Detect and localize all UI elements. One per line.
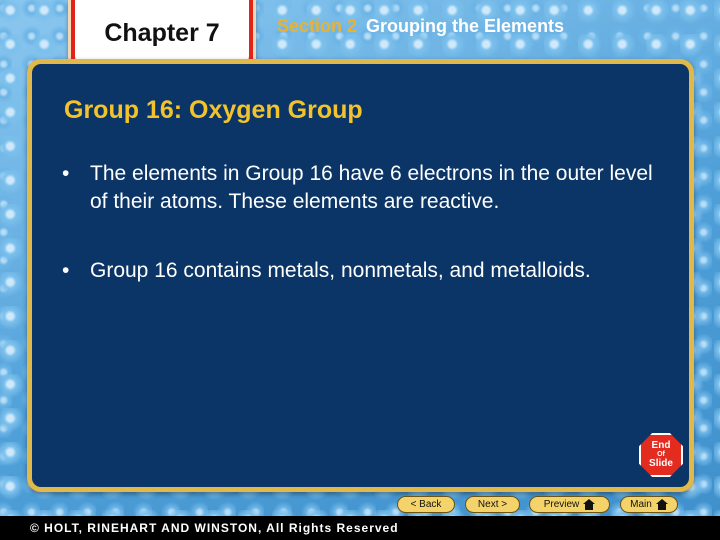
chapter-tab-face: Chapter 7 xyxy=(75,0,249,66)
preview-button[interactable]: Preview xyxy=(529,496,610,513)
main-button[interactable]: Main xyxy=(620,496,678,513)
home-icon xyxy=(655,499,668,510)
navigation-bar: < Back Next > Preview Main xyxy=(0,496,720,514)
preview-label: Preview xyxy=(543,499,580,510)
back-button[interactable]: < Back xyxy=(397,496,455,513)
slide-label: Slide xyxy=(649,458,673,469)
back-label: < Back xyxy=(410,499,442,510)
slide-title: Group 16: Oxygen Group xyxy=(64,96,363,124)
bullet-list: • The elements in Group 16 have 6 electr… xyxy=(62,160,672,326)
bullet-item: • Group 16 contains metals, nonmetals, a… xyxy=(62,257,672,285)
chapter-title: Chapter 7 xyxy=(104,18,220,47)
bullet-dot: • xyxy=(62,259,70,282)
next-label: Next > xyxy=(477,499,508,510)
main-label: Main xyxy=(630,499,652,510)
next-button[interactable]: Next > xyxy=(465,496,520,513)
copyright-text: © HOLT, RINEHART AND WINSTON, All Rights… xyxy=(30,521,399,535)
section-header: Section 2 Grouping the Elements xyxy=(277,16,564,37)
bullet-dot: • xyxy=(62,162,70,185)
section-name: Grouping the Elements xyxy=(366,16,565,36)
home-icon xyxy=(583,499,596,510)
bullet-item: • The elements in Group 16 have 6 electr… xyxy=(62,160,672,216)
copyright-footer: © HOLT, RINEHART AND WINSTON, All Rights… xyxy=(0,516,720,540)
section-label: Section 2 xyxy=(277,16,358,36)
bullet-text: The elements in Group 16 have 6 electron… xyxy=(90,162,653,213)
end-label: End xyxy=(651,440,671,451)
content-panel: Group 16: Oxygen Group • The elements in… xyxy=(27,59,694,492)
bullet-text: Group 16 contains metals, nonmetals, and… xyxy=(90,259,591,282)
